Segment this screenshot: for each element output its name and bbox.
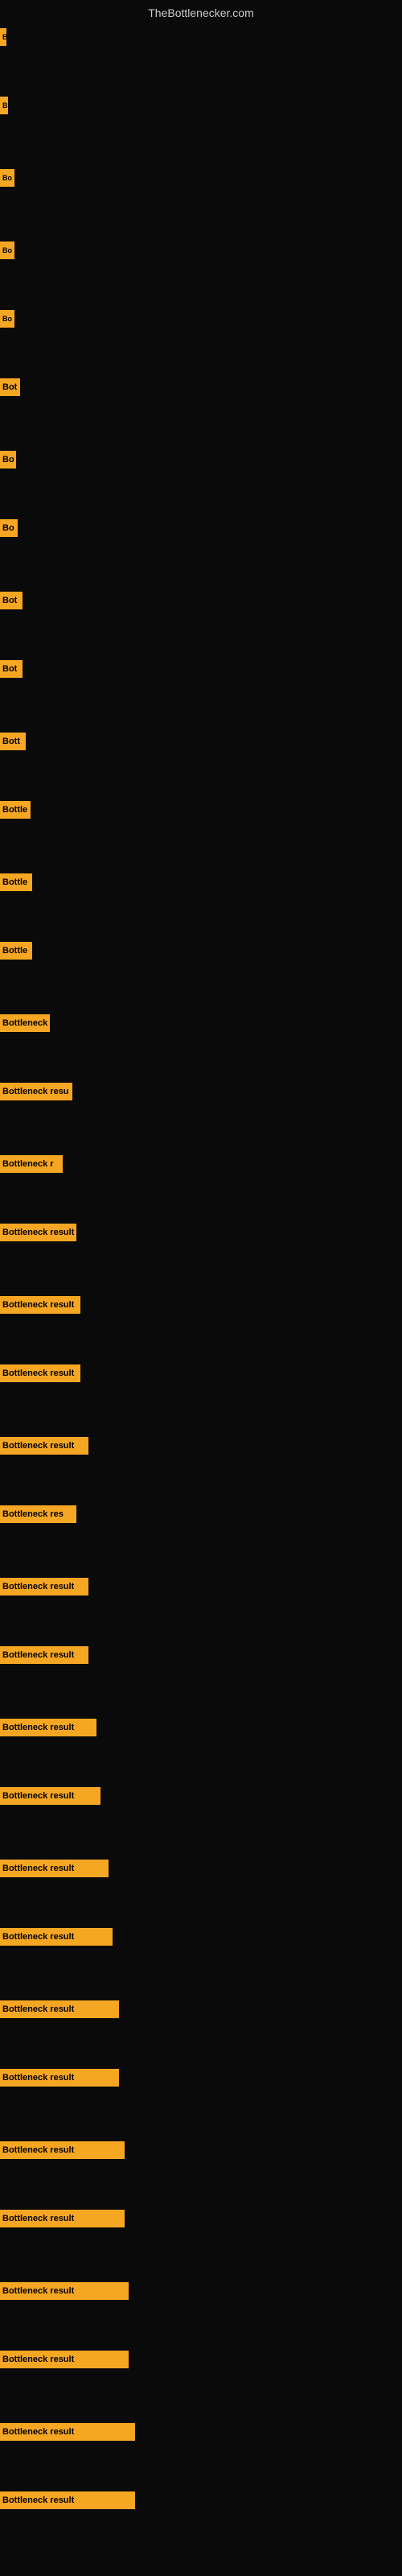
bar-item: Bot [0,660,23,678]
bar-item: Bo [0,169,14,187]
bar-label: Bottleneck res [0,1505,76,1523]
bar-item: Bot [0,378,20,396]
bar-label: Bottleneck result [0,1719,96,1736]
bar-label: Bottle [0,801,31,819]
bar-item: Bottleneck result [0,2282,129,2300]
bar-item: Bo [0,242,14,259]
bar-item: B [0,97,8,114]
bar-label: B [0,97,8,114]
bar-label: Bottleneck result [0,2282,129,2300]
site-title: TheBottlenecker.com [148,6,254,19]
bar-label: Bottleneck result [0,2069,119,2087]
bar-item: Bottleneck result [0,1578,88,1596]
bar-label: Bottleneck result [0,2491,135,2509]
bar-label: Bottleneck result [0,1437,88,1455]
bar-label: Bottleneck resu [0,1083,72,1100]
bar-label: Bo [0,519,18,537]
bar-item: Bottleneck result [0,1296,80,1314]
bar-label: Bott [0,733,26,750]
bar-item: Bottleneck result [0,1364,80,1382]
bar-label: Bot [0,378,20,396]
bar-label: Bottleneck result [0,1364,80,1382]
bar-item: Bottleneck result [0,1646,88,1664]
bar-item: B [0,28,6,46]
bar-item: Bottleneck result [0,2210,125,2227]
bar-label: Bottleneck result [0,1787,100,1805]
bar-label: Bot [0,592,23,609]
bar-label: Bottleneck result [0,2141,125,2159]
bar-label: Bottleneck result [0,1296,80,1314]
bar-item: Bottleneck r [0,1155,63,1173]
bar-item: Bo [0,451,16,469]
bar-label: Bottleneck result [0,1860,109,1877]
bar-item: Bot [0,592,23,609]
bar-item: Bo [0,519,18,537]
bar-item: Bottleneck [0,1014,50,1032]
bar-item: Bottleneck result [0,1224,76,1241]
bar-item: Bottleneck result [0,2000,119,2018]
bar-item: Bottleneck res [0,1505,76,1523]
bar-item: Bo [0,310,14,328]
bar-label: Bottleneck result [0,2423,135,2441]
bar-label: Bottle [0,873,32,891]
bar-item: Bott [0,733,26,750]
bar-item: Bottle [0,873,32,891]
bar-item: Bottleneck resu [0,1083,72,1100]
bar-label: Bo [0,242,14,259]
bar-label: Bottleneck result [0,1224,76,1241]
bar-label: Bottleneck result [0,1578,88,1596]
bar-label: Bo [0,310,14,328]
bar-item: Bottle [0,801,31,819]
bar-label: Bottle [0,942,32,960]
bar-label: Bottleneck result [0,1928,113,1946]
bar-item: Bottleneck result [0,2423,135,2441]
bar-label: Bottleneck r [0,1155,63,1173]
bar-item: Bottleneck result [0,2141,125,2159]
bar-item: Bottleneck result [0,1860,109,1877]
bar-item: Bottleneck result [0,2069,119,2087]
bar-item: Bottleneck result [0,2491,135,2509]
bar-item: Bottleneck result [0,1719,96,1736]
bar-label: Bo [0,451,16,469]
bar-label: Bottleneck result [0,1646,88,1664]
bar-label: Bottleneck [0,1014,50,1032]
bar-label: Bottleneck result [0,2210,125,2227]
bar-item: Bottleneck result [0,2351,129,2368]
bar-label: Bottleneck result [0,2000,119,2018]
bar-label: Bot [0,660,23,678]
bar-label: Bo [0,169,14,187]
bar-item: Bottleneck result [0,1437,88,1455]
bar-item: Bottleneck result [0,1787,100,1805]
bar-item: Bottle [0,942,32,960]
bar-item: Bottleneck result [0,1928,113,1946]
bar-label: Bottleneck result [0,2351,129,2368]
bar-label: B [0,28,6,46]
